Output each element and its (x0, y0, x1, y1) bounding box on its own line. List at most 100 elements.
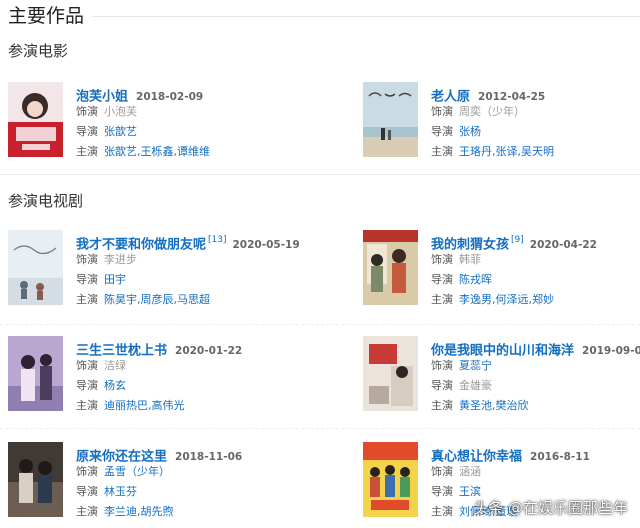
star-link[interactable]: 李逸男 (459, 293, 492, 306)
role-value: 洁绿 (104, 359, 126, 372)
role-link[interactable]: 夏蕊宁 (459, 359, 492, 372)
reference-link[interactable]: [9] (511, 235, 524, 245)
category-title-films: 参演电影 (8, 42, 69, 60)
star-link[interactable]: 张歆艺 (104, 145, 137, 158)
role-label: 饰演 (76, 253, 98, 266)
star-link[interactable]: 何泽远 (496, 293, 529, 306)
director-link[interactable]: 杨玄 (104, 379, 126, 392)
role-label: 饰演 (431, 253, 453, 266)
role-line: 饰演 夏蕊宁 (431, 356, 640, 376)
director-value: 金雄豪 (459, 379, 492, 392)
director-link[interactable]: 陈戎晖 (459, 273, 492, 286)
director-line: 导演 张歆艺 (76, 122, 308, 142)
role-label: 饰演 (431, 359, 453, 372)
star-link[interactable]: 吴天明 (521, 145, 554, 158)
star-link[interactable]: 李兰迪 (104, 505, 137, 518)
release-date: 2020-05-19 (232, 239, 300, 252)
stars-label: 主演 (76, 399, 98, 412)
director-label: 导演 (76, 125, 98, 138)
director-line: 导演 陈戎晖 (431, 270, 640, 290)
stars-line: 主演 李逸男,何泽远,郑妙 (431, 293, 554, 306)
star-link[interactable]: 谭维维 (177, 145, 210, 158)
star-link[interactable]: 王珞丹 (459, 145, 492, 158)
star-link[interactable]: 陈昊宇 (104, 293, 137, 306)
role-value: 李进步 (104, 253, 137, 266)
role-label: 饰演 (76, 105, 98, 118)
role-line: 饰演 涵涵 (431, 462, 640, 482)
role-label: 饰演 (431, 105, 453, 118)
role-line: 饰演 周奕（少年） (431, 102, 640, 122)
stars-label: 主演 (76, 505, 98, 518)
reference-link[interactable]: [13] (208, 235, 226, 245)
poster-image[interactable] (8, 336, 63, 411)
star-link[interactable]: 高伟光 (152, 399, 185, 412)
director-link[interactable]: 林玉芬 (104, 485, 137, 498)
role-link[interactable]: 孟雪（少年） (104, 465, 170, 478)
stars-label: 主演 (431, 293, 453, 306)
poster-image[interactable] (8, 442, 63, 517)
category-divider (0, 174, 640, 175)
star-link[interactable]: 樊治欣 (496, 399, 529, 412)
director-line: 导演 金雄豪 (431, 376, 640, 396)
release-date: 2020-01-22 (175, 345, 243, 358)
star-link[interactable]: 黄圣池 (459, 399, 492, 412)
work-item: 我的刺猬女孩 [9] 2020-04-22 饰演 韩菲 导演 陈戎晖 主演 李逸男,何泽远… (363, 230, 640, 310)
work-item: 老人原 2012-04-25 饰演 周奕（少年） 导演 张杨 主演 王珞丹,张译,吴天明 (363, 82, 640, 162)
director-label: 导演 (76, 273, 98, 286)
stars-label: 主演 (76, 293, 98, 306)
stars-label: 主演 (431, 505, 453, 518)
poster-image[interactable] (363, 336, 418, 411)
star-link[interactable]: 郑妙 (532, 293, 554, 306)
role-line: 饰演 孟雪（少年） (76, 462, 308, 482)
role-value: 韩菲 (459, 253, 481, 266)
role-line: 饰演 小泡芙 (76, 102, 308, 122)
director-label: 导演 (431, 485, 453, 498)
stars-label: 主演 (431, 145, 453, 158)
release-date: 2020-04-22 (529, 239, 597, 252)
release-date: 2018-11-06 (175, 451, 243, 464)
director-line: 导演 林玉芬 (76, 482, 308, 502)
release-date: 2019-09-03 (582, 345, 640, 358)
role-label: 饰演 (76, 465, 98, 478)
star-link[interactable]: 王栎鑫 (141, 145, 174, 158)
poster-image[interactable] (363, 442, 418, 517)
section-title: 主要作品 (8, 5, 85, 27)
work-item: 三生三世枕上书 2020-01-22 饰演 洁绿 导演 杨玄 主演 迪丽热巴,高伟光 (8, 336, 308, 416)
director-line: 导演 田宇 (76, 270, 308, 290)
director-label: 导演 (76, 485, 98, 498)
director-label: 导演 (76, 379, 98, 392)
row-divider (0, 428, 640, 429)
stars-line: 主演 迪丽热巴,高伟光 (76, 399, 185, 412)
role-value: 小泡芙 (104, 105, 137, 118)
role-line: 饰演 李进步 (76, 250, 308, 270)
stars-line: 主演 陈昊宇,周彦辰,马思超 (76, 293, 210, 306)
director-link[interactable]: 田宇 (104, 273, 126, 286)
director-label: 导演 (431, 379, 453, 392)
star-link[interactable]: 周彦辰 (141, 293, 174, 306)
star-link[interactable]: 马思超 (177, 293, 210, 306)
role-line: 饰演 洁绿 (76, 356, 308, 376)
poster-image[interactable] (8, 82, 63, 157)
star-link[interactable]: 胡先煦 (141, 505, 174, 518)
director-link[interactable]: 张歆艺 (104, 125, 137, 138)
stars-line: 主演 黄圣池,樊治欣 (431, 399, 529, 412)
stars-line: 主演 王珞丹,张译,吴天明 (431, 145, 554, 158)
work-item: 泡芙小姐 2018-02-09 饰演 小泡芙 导演 张歆艺 主演 张歆艺,王栎鑫,谭维维 (8, 82, 308, 162)
work-item: 我才不要和你做朋友呢 [13] 2020-05-19 饰演 李进步 导演 田宇 主演 陈昊… (8, 230, 308, 310)
director-label: 导演 (431, 273, 453, 286)
star-link[interactable]: 张译 (496, 145, 518, 158)
star-link[interactable]: 迪丽热巴 (104, 399, 148, 412)
role-value: 周奕（少年） (459, 105, 525, 118)
role-line: 饰演 韩菲 (431, 250, 640, 270)
role-label: 饰演 (431, 465, 453, 478)
poster-image[interactable] (363, 82, 418, 157)
poster-image[interactable] (8, 230, 63, 305)
director-label: 导演 (431, 125, 453, 138)
director-line: 导演 杨玄 (76, 376, 308, 396)
director-link[interactable]: 张杨 (459, 125, 481, 138)
work-item: 你是我眼中的山川和海洋2019-09-03 饰演夏蕊宁 导演金雄豪 主演黄圣池,… (363, 336, 640, 416)
stars-label: 主演 (431, 399, 453, 412)
row-divider (0, 324, 640, 325)
role-label: 饰演 (76, 359, 98, 372)
poster-image[interactable] (363, 230, 418, 305)
